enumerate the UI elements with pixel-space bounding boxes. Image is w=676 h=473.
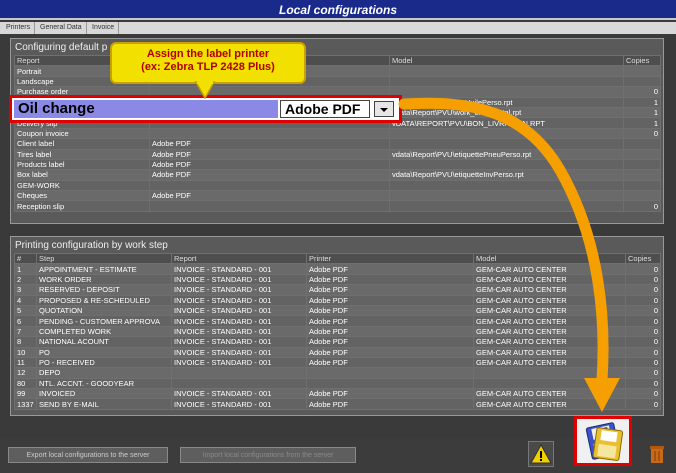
callout-pointer	[194, 78, 216, 100]
floppy-save-icon	[585, 422, 624, 462]
save-button[interactable]	[574, 416, 632, 466]
